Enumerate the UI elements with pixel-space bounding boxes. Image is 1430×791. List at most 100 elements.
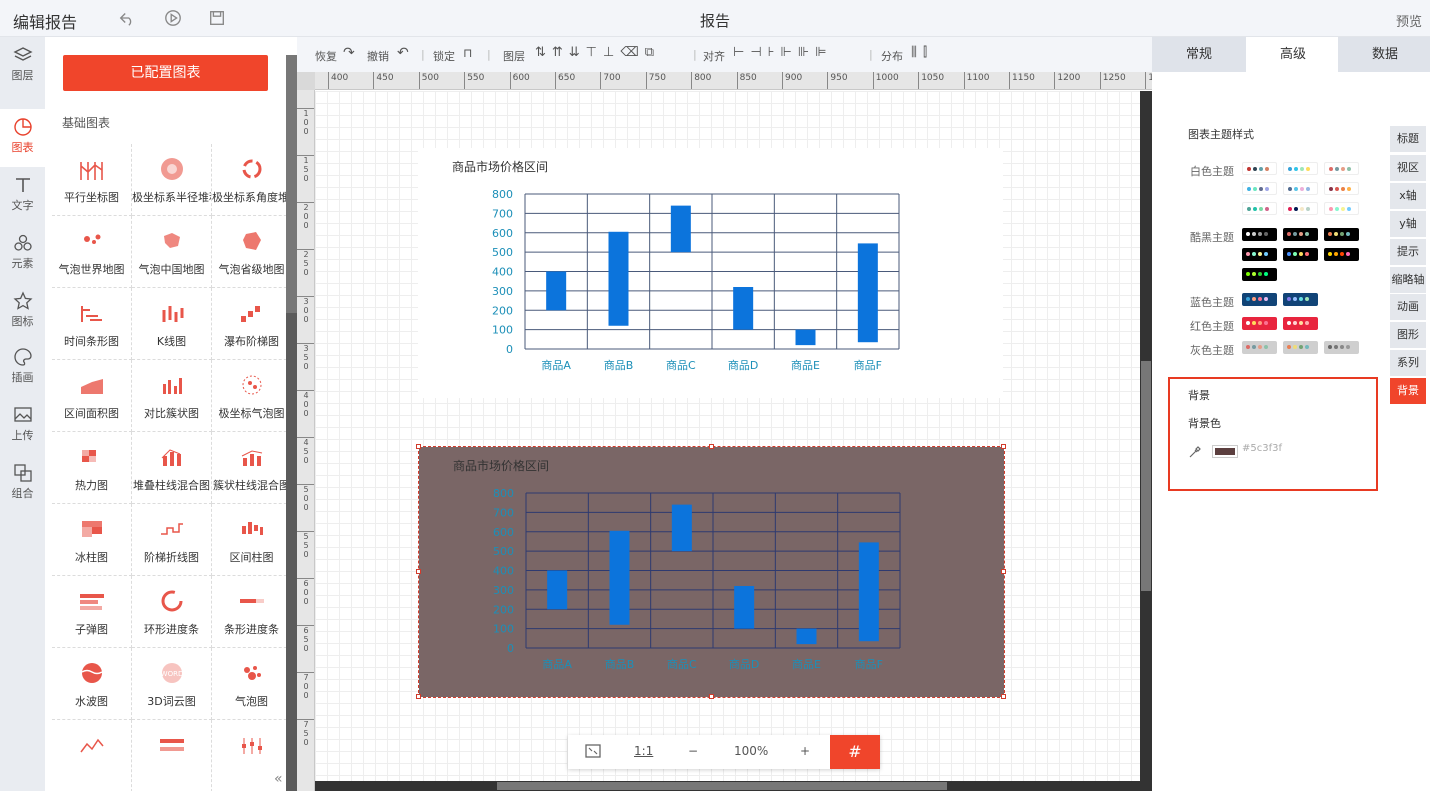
v-scroll-thumb[interactable] (1141, 361, 1151, 591)
chart-type-item[interactable]: 时间条形图 (52, 288, 132, 360)
theme-swatch[interactable] (1283, 162, 1318, 175)
h-scroll-thumb[interactable] (497, 782, 947, 790)
chart-type-item[interactable]: 气泡世界地图 (52, 216, 132, 288)
fit-screen-icon[interactable] (584, 742, 602, 763)
canvas-vertical-scrollbar[interactable] (1140, 91, 1152, 791)
theme-swatch[interactable] (1242, 341, 1277, 354)
side-tab-3[interactable]: y轴 (1390, 211, 1426, 237)
resize-handle[interactable] (416, 569, 421, 574)
theme-swatch[interactable] (1242, 268, 1277, 281)
resize-handle[interactable] (1001, 444, 1006, 449)
collapse-icon[interactable]: « (274, 771, 283, 787)
zoom-in-button[interactable]: + (800, 744, 810, 758)
nav-item-4[interactable]: 图标 (0, 283, 45, 341)
chart-type-item[interactable] (52, 720, 132, 791)
chart-widget[interactable]: 商品市场价格区间 0 100 200 300 400 500 600 700 800 商品A 商品B 商… (418, 148, 1003, 398)
undo-icon[interactable]: ↶ (397, 45, 409, 61)
resize-handle[interactable] (1001, 569, 1006, 574)
chart-type-item[interactable]: 平行坐标图 (52, 144, 132, 216)
nav-item-2[interactable]: 文字 (0, 167, 45, 225)
chart-type-item[interactable]: 条形进度条 (212, 576, 286, 648)
theme-swatch[interactable] (1242, 182, 1277, 195)
undo-button[interactable]: 撤销 (367, 48, 389, 64)
palette-scrollbar[interactable] (286, 55, 297, 791)
nav-item-5[interactable]: 插画 (0, 339, 45, 397)
ratio-button[interactable]: 1:1 (634, 744, 653, 758)
lock-icon[interactable]: ⊓ (463, 46, 472, 60)
chart-type-item[interactable]: 堆叠柱线混合图 (132, 432, 212, 504)
align-icons[interactable]: ⊢⊣⊦⊩⊪⊫ (733, 45, 832, 60)
chart-type-item[interactable]: WORD 3D词云图 (132, 648, 212, 720)
theme-swatch[interactable] (1283, 293, 1318, 306)
layer-order-icons[interactable]: ⇅⇈⇊⊤⊥⌫⧉ (535, 45, 660, 60)
side-tab-1[interactable]: 视区 (1390, 155, 1426, 181)
chart-type-item[interactable]: 极坐标系半径堆积 (132, 144, 212, 216)
theme-swatch[interactable] (1324, 162, 1359, 175)
zoom-out-button[interactable]: − (688, 744, 698, 758)
tab-1[interactable]: 高级 (1246, 37, 1340, 72)
side-tab-8[interactable]: 系列 (1390, 350, 1426, 376)
canvas-horizontal-scrollbar[interactable] (315, 781, 1140, 791)
resize-handle[interactable] (709, 444, 714, 449)
chart-type-item[interactable]: 对比簇状图 (132, 360, 212, 432)
theme-swatch[interactable] (1324, 341, 1359, 354)
chart-type-item[interactable]: 区间柱图 (212, 504, 286, 576)
theme-swatch[interactable] (1283, 228, 1318, 241)
nav-item-0[interactable]: 图层 (0, 37, 45, 95)
chart-type-item[interactable]: K线图 (132, 288, 212, 360)
side-tab-2[interactable]: x轴 (1390, 183, 1426, 209)
side-tab-7[interactable]: 图形 (1390, 322, 1426, 348)
theme-swatch[interactable] (1324, 202, 1359, 215)
background-color-value[interactable]: #5c3f3f (1242, 443, 1282, 454)
distribute-button[interactable]: 分布 (881, 48, 903, 64)
theme-swatch[interactable] (1283, 202, 1318, 215)
redo-button[interactable]: 恢复 (315, 48, 337, 64)
chart-type-item[interactable] (132, 720, 212, 791)
align-button[interactable]: 对齐 (703, 48, 725, 64)
theme-swatch[interactable] (1242, 248, 1277, 261)
chart-type-item[interactable]: 环形进度条 (132, 576, 212, 648)
side-tab-9[interactable]: 背景 (1390, 378, 1426, 404)
eyedropper-icon[interactable] (1188, 445, 1202, 459)
theme-swatch[interactable] (1242, 202, 1277, 215)
report-canvas[interactable]: 商品市场价格区间 0 100 200 300 400 500 600 700 800 商品A 商品B 商… (315, 91, 1140, 781)
resize-handle[interactable] (416, 694, 421, 699)
chart-type-item[interactable]: 水波图 (52, 648, 132, 720)
chart-type-item[interactable]: 冰柱图 (52, 504, 132, 576)
tab-0[interactable]: 常规 (1152, 37, 1246, 72)
chart-type-item[interactable]: 簇状柱线混合图 (212, 432, 286, 504)
distribute-icons[interactable]: ⫼⫿ (911, 45, 933, 60)
nav-item-3[interactable]: 元素 (0, 225, 45, 283)
lock-button[interactable]: 锁定 (433, 48, 455, 64)
theme-swatch[interactable] (1242, 228, 1277, 241)
layer-button[interactable]: 图层 (503, 48, 525, 64)
tab-2[interactable]: 数据 (1338, 37, 1430, 72)
nav-item-7[interactable]: 组合 (0, 455, 45, 513)
resize-handle[interactable] (1001, 694, 1006, 699)
resize-handle[interactable] (416, 444, 421, 449)
background-color-swatch[interactable] (1212, 445, 1238, 458)
side-tab-4[interactable]: 提示 (1390, 239, 1426, 265)
nav-item-6[interactable]: 上传 (0, 397, 45, 455)
chart-type-item[interactable]: 子弹图 (52, 576, 132, 648)
theme-swatch[interactable] (1283, 341, 1318, 354)
side-tab-0[interactable]: 标题 (1390, 126, 1426, 152)
redo-icon[interactable]: ↷ (343, 45, 355, 61)
theme-swatch[interactable] (1283, 317, 1318, 330)
configured-charts-button[interactable]: 已配置图表 (63, 55, 268, 91)
chart-type-item[interactable]: 区间面积图 (52, 360, 132, 432)
chart-type-item[interactable]: 极坐标系角度堆积 (212, 144, 286, 216)
chart-type-item[interactable]: 热力图 (52, 432, 132, 504)
side-tab-5[interactable]: 缩略轴 (1390, 267, 1426, 293)
theme-swatch[interactable] (1242, 162, 1277, 175)
selected-chart-widget[interactable]: 商品市场价格区间 0 100 200 300 400 500 600 700 800 商品A 商品B 商… (416, 444, 1006, 699)
side-tab-6[interactable]: 动画 (1390, 294, 1426, 320)
theme-swatch[interactable] (1324, 228, 1359, 241)
theme-swatch[interactable] (1242, 317, 1277, 330)
theme-swatch[interactable] (1242, 293, 1277, 306)
preview-button[interactable]: 预览 (1396, 11, 1422, 30)
chart-type-item[interactable]: 极坐标气泡图 (212, 360, 286, 432)
palette-scroll-thumb[interactable] (286, 55, 297, 313)
theme-swatch[interactable] (1324, 248, 1359, 261)
theme-swatch[interactable] (1283, 182, 1318, 195)
